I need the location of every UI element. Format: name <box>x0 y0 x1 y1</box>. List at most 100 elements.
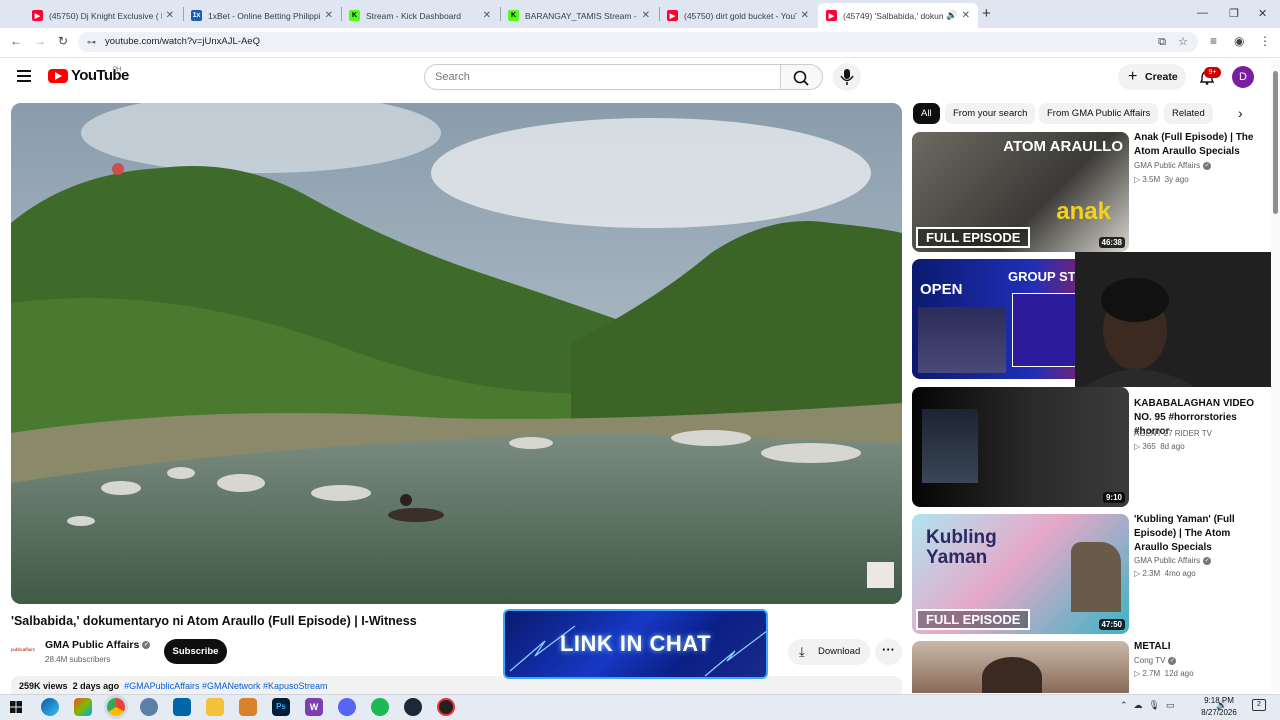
subscriber-count: 28.4M subscribers <box>45 655 111 664</box>
close-icon[interactable]: ✕ <box>325 10 333 21</box>
photoshop-icon[interactable]: Ps <box>272 698 290 716</box>
speaker-icon[interactable]: 🔊 <box>946 10 957 21</box>
rec-title[interactable]: METALI <box>1134 640 1262 654</box>
media-control-icon[interactable]: ≡ <box>1210 34 1217 48</box>
restore-icon[interactable]: ❐ <box>1229 7 1239 20</box>
more-actions-icon[interactable]: ··· <box>875 639 902 665</box>
rec-views: 2.3M <box>1142 569 1161 578</box>
chrome-icon[interactable] <box>107 698 125 716</box>
minimize-icon[interactable]: — <box>1197 7 1208 19</box>
browser-tab[interactable]: K Stream - Kick Dashboard ✕ <box>341 3 499 28</box>
rec-meta: ▷ 2.7M 12d ago <box>1134 669 1194 678</box>
youtube-icon: ▶ <box>32 10 43 21</box>
chip-related[interactable]: Related <box>1164 103 1213 124</box>
close-icon[interactable]: ✕ <box>483 10 491 21</box>
vscode-icon[interactable] <box>173 698 191 716</box>
video-thumbnail[interactable]: Kubling Yaman FULL EPISODE 47:50 <box>912 514 1129 634</box>
install-icon[interactable]: ⧉ <box>1158 32 1166 52</box>
sublime-icon[interactable] <box>239 698 257 716</box>
rec-channel[interactable]: AGENT 27 RIDER TV <box>1134 429 1212 438</box>
notification-center-icon[interactable]: 2 <box>1252 699 1266 711</box>
spotify-icon[interactable] <box>371 698 389 716</box>
new-tab-button[interactable]: + <box>982 5 991 22</box>
voice-search-button[interactable] <box>833 63 861 91</box>
steam-icon[interactable] <box>404 698 422 716</box>
chip-from-gma[interactable]: From GMA Public Affairs <box>1039 103 1159 124</box>
rec-channel[interactable]: Cong TV ✓ <box>1134 656 1177 665</box>
subscribe-button[interactable]: Subscribe <box>164 639 227 664</box>
team-photo <box>918 307 1006 373</box>
close-icon[interactable]: ✕ <box>642 10 650 21</box>
notification-badge: 9+ <box>1204 67 1221 78</box>
notification-count: 2 <box>1257 701 1261 708</box>
download-label: Download <box>818 646 861 657</box>
rec-age: 12d ago <box>1164 669 1194 678</box>
video-thumbnail[interactable]: ATOM ARAULLO anak FULL EPISODE 46:38 <box>912 132 1129 252</box>
close-icon[interactable]: ✕ <box>801 10 809 21</box>
download-button[interactable]: ⤓ Download <box>788 639 870 665</box>
edge-icon[interactable] <box>41 698 59 716</box>
search-input[interactable] <box>424 64 781 90</box>
system-tray[interactable]: ⌃☁🎙▭ <box>1120 700 1180 711</box>
reload-icon[interactable]: ↻ <box>58 34 68 48</box>
channel-avatar[interactable]: publicaffairs <box>11 643 37 657</box>
profile-icon[interactable]: ◉ <box>1234 34 1244 48</box>
chrome-menu-icon[interactable]: ⋮ <box>1259 34 1271 48</box>
close-icon[interactable]: ✕ <box>166 10 174 21</box>
file-explorer-icon[interactable] <box>206 698 224 716</box>
rec-channel[interactable]: GMA Public Affairs ✓ <box>1134 161 1212 170</box>
copilot-icon[interactable] <box>74 698 92 716</box>
close-window-icon[interactable]: ✕ <box>1258 7 1267 20</box>
address-bar[interactable]: ⊶ youtube.com/watch?v=jUnxAJL-AeQ ⧉ ☆ <box>78 32 1198 52</box>
verified-icon: ✓ <box>1203 161 1212 170</box>
site-info-icon[interactable]: ⊶ <box>87 32 96 52</box>
rec-title[interactable]: 'Kubling Yaman' (Full Episode) | The Ato… <box>1134 513 1262 555</box>
browser-tab[interactable]: ▶ (45750) dirt gold bucket - YouTu ✕ <box>659 3 817 28</box>
thumb-brand: ATOM ARAULLO <box>1003 138 1123 155</box>
create-button[interactable]: + Create <box>1118 64 1186 90</box>
discord-icon[interactable] <box>338 698 356 716</box>
taskbar-clock[interactable]: 9:18 PM 8/27/2026 <box>1194 695 1244 719</box>
video-player[interactable] <box>11 103 902 604</box>
rec-channel[interactable]: GMA Public Affairs ✓ <box>1134 556 1212 565</box>
obs-icon[interactable] <box>437 698 455 716</box>
channel-name-text: GMA Public Affairs <box>45 639 140 651</box>
windows-start-icon[interactable] <box>10 700 22 713</box>
search-button[interactable] <box>781 64 823 90</box>
chip-all[interactable]: All <box>913 103 940 124</box>
link-in-chat-overlay: LINK IN CHAT <box>503 609 768 679</box>
tab-title: (45750) Dj Knight Exclusive ( lov <box>49 10 162 21</box>
browser-tab-active[interactable]: ▶ (45749) 'Salbabida,' dokum 🔊 ✕ <box>818 3 978 28</box>
verified-icon: ✓ <box>1168 656 1177 665</box>
tab-title: Stream - Kick Dashboard <box>366 10 461 21</box>
avatar[interactable]: D <box>1232 66 1254 88</box>
forward-icon[interactable]: → <box>34 34 46 48</box>
chip-from-your-search[interactable]: From your search <box>945 103 1036 124</box>
youtube-logo-icon[interactable] <box>48 69 68 83</box>
person-photo <box>922 409 978 483</box>
rec-title[interactable]: Anak (Full Episode) | The Atom Araullo S… <box>1134 131 1262 159</box>
video-thumbnail[interactable]: 9:10 <box>912 387 1129 507</box>
duration-badge: 47:50 <box>1098 619 1125 630</box>
browser-tab[interactable]: K BARANGAY_TAMIS Stream - Wa ✕ <box>500 3 658 28</box>
rec-age: 4mo ago <box>1164 569 1196 578</box>
thumb-word: Kubling Yaman <box>926 527 997 568</box>
wondershare-icon[interactable]: W <box>305 698 323 716</box>
bookmark-star-icon[interactable]: ☆ <box>1178 32 1188 52</box>
download-icon: ⤓ <box>799 644 805 659</box>
channel-name[interactable]: GMA Public Affairs ✓ <box>45 639 151 651</box>
app-icon[interactable] <box>140 698 158 716</box>
scrollbar-thumb[interactable] <box>1273 71 1278 214</box>
youtube-icon: ▶ <box>667 10 678 21</box>
rec-channel-text: Cong TV <box>1134 656 1166 665</box>
hamburger-menu-icon[interactable] <box>17 70 31 72</box>
hashtags[interactable]: #GMAPublicAffairs #GMANetwork #KapusoStr… <box>124 681 327 691</box>
verified-icon: ✓ <box>1203 556 1212 565</box>
person-photo <box>982 657 1042 693</box>
close-icon[interactable]: ✕ <box>962 10 970 21</box>
browser-tab[interactable]: 1x 1xBet - Online Betting Philippin ✕ <box>183 3 341 28</box>
chevron-right-icon[interactable]: › <box>1238 105 1243 121</box>
browser-tab[interactable]: ▶ (45750) Dj Knight Exclusive ( lov ✕ <box>24 3 182 28</box>
back-icon[interactable]: ← <box>10 34 22 48</box>
video-thumbnail[interactable] <box>912 641 1129 693</box>
